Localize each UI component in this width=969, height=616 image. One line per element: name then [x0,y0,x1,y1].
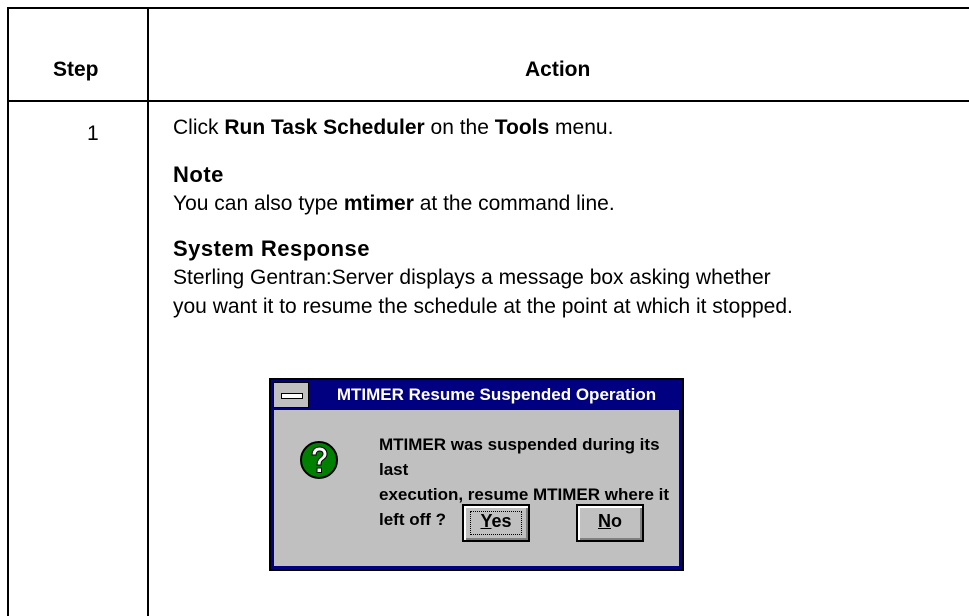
system-response-label: System Response [173,236,371,261]
instruction-suffix: menu. [549,116,614,139]
note-prefix: You can also type [173,192,344,215]
table-border-left [7,7,9,616]
action-cell: Click Run Task Scheduler on the Tools me… [173,113,963,321]
instruction-command: Run Task Scheduler [224,116,425,139]
mtimer-resume-dialog: MTIMER Resume Suspended Operation MTIMER… [269,378,684,571]
no-button[interactable]: No [576,504,644,542]
note-label: Note [173,162,224,187]
instruction-text: Click Run Task Scheduler on the Tools me… [173,113,963,142]
header-step: Step [53,58,99,81]
instruction-prefix: Click [173,116,225,139]
instruction-middle: on the [424,116,495,139]
step-number: 1 [87,122,99,145]
yes-mnemonic: Y [480,511,492,531]
header-action: Action [525,58,591,81]
question-icon [300,441,338,479]
dialog-title: MTIMER Resume Suspended Operation [336,385,657,404]
note-command: mtimer [343,192,414,215]
yes-label-rest: es [491,511,512,531]
system-menu-icon [281,393,303,399]
note-suffix: at the command line. [413,192,615,215]
note-text: You can also type mtimer at the command … [173,189,963,218]
yes-button[interactable]: Yes [462,504,530,542]
column-divider [147,7,149,616]
system-response-line1: Sterling Gentran:Server displays a messa… [173,266,771,289]
dialog-title-bar[interactable]: MTIMER Resume Suspended Operation [271,380,682,409]
dialog-body: MTIMER was suspended during its last exe… [274,410,679,566]
no-label-rest: o [611,511,622,531]
system-menu-button[interactable] [273,382,309,408]
dialog-message-line1: MTIMER was suspended during its last [379,435,660,479]
header-divider [7,100,969,102]
table-border-top [7,7,969,9]
system-response-line2: you want it to resume the schedule at th… [173,295,793,318]
instruction-menu: Tools [494,116,550,139]
no-mnemonic: N [598,511,611,531]
